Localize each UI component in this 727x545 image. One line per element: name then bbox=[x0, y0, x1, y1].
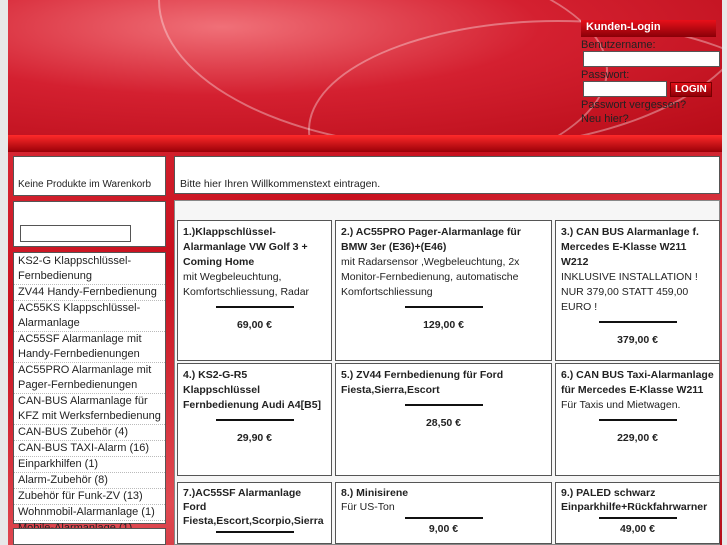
divider bbox=[404, 517, 483, 519]
category-item[interactable]: Zubehör für Funk-ZV (13) bbox=[14, 489, 165, 505]
category-item[interactable]: Wohnmobil-Alarmanlage (1) bbox=[14, 505, 165, 521]
login-title: Kunden-Login bbox=[581, 20, 716, 37]
login-button[interactable]: LOGIN bbox=[670, 81, 712, 97]
product-card: 4.) KS2-G-R5 Klappschlüssel Fernbedienun… bbox=[177, 363, 332, 476]
forgot-password-link[interactable]: Passwort vergessen? bbox=[581, 99, 721, 111]
customer-login: Kunden-Login Benutzername: Passwort: LOG… bbox=[581, 20, 721, 125]
product-description: Für US-Ton bbox=[341, 501, 395, 513]
password-label: Passwort: bbox=[581, 69, 630, 81]
product-price: 129,00 € bbox=[423, 319, 464, 331]
product-description: mit Radarsensor ,Wegbeleuchtung, 2x Moni… bbox=[341, 256, 520, 298]
category-item[interactable]: Einparkhilfen (1) bbox=[14, 457, 165, 473]
divider bbox=[404, 306, 483, 308]
product-description: Für Taxis und Mietwagen. bbox=[561, 399, 681, 411]
divider bbox=[598, 321, 677, 323]
cart-text: Keine Produkte im Warenkorb bbox=[18, 179, 152, 190]
category-item[interactable]: AC55PRO Alarmanlage mit Pager-Fernbedien… bbox=[14, 363, 165, 394]
product-title[interactable]: 2.) AC55PRO Pager-Alarmanlage für BMW 3e… bbox=[341, 225, 546, 255]
category-item[interactable]: Alarm-Zubehör (8) bbox=[14, 473, 165, 489]
username-input[interactable] bbox=[583, 51, 720, 67]
category-item[interactable]: ZV44 Handy-Fernbedienung bbox=[14, 285, 165, 301]
product-price: 49,00 € bbox=[619, 523, 656, 535]
divider bbox=[215, 531, 294, 533]
category-item[interactable]: AC55KS Klappschlüssel-Alarmanlage bbox=[14, 301, 165, 332]
product-card: 9.) PALED schwarz Einparkhilfe+Rückfahrw… bbox=[555, 482, 720, 544]
search-input[interactable] bbox=[20, 225, 131, 242]
divider bbox=[215, 306, 294, 308]
product-price: 69,00 € bbox=[236, 319, 273, 331]
product-title[interactable]: 1.)Klappschlüssel-Alarmanlage VW Golf 3 … bbox=[183, 225, 326, 270]
category-item[interactable]: CAN-BUS Alarmanlage für KFZ mit Werksfer… bbox=[14, 394, 165, 425]
category-list: KS2-G Klappschlüssel-Fernbedienung ZV44 H… bbox=[13, 252, 166, 537]
product-card: 3.) CAN BUS Alarmanlage f. Mercedes E-Kl… bbox=[555, 220, 720, 361]
product-card: 2.) AC55PRO Pager-Alarmanlage für BMW 3e… bbox=[335, 220, 552, 361]
product-price: 9,00 € bbox=[428, 523, 459, 535]
product-card: 5.) ZV44 Fernbedienung für Ford Fiesta,S… bbox=[335, 363, 552, 476]
product-price: 229,00 € bbox=[617, 432, 658, 444]
product-price: 379,00 € bbox=[617, 334, 658, 346]
page: Kunden-Login Benutzername: Passwort: LOG… bbox=[8, 0, 722, 545]
product-title[interactable]: 9.) PALED schwarz Einparkhilfe+Rückfahrw… bbox=[561, 486, 714, 514]
divider bbox=[215, 419, 294, 421]
product-price: 28,50 € bbox=[425, 417, 462, 429]
register-link[interactable]: Neu hier? bbox=[581, 113, 721, 125]
divider bbox=[598, 419, 677, 421]
product-title[interactable]: 7.)AC55SF Alarmanlage Ford Fiesta,Escort… bbox=[183, 486, 326, 528]
product-title[interactable]: 6.) CAN BUS Taxi-Alarmanlage für Mercede… bbox=[561, 368, 714, 398]
product-card: 1.)Klappschlüssel-Alarmanlage VW Golf 3 … bbox=[177, 220, 332, 361]
divider bbox=[598, 517, 677, 519]
product-title[interactable]: 4.) KS2-G-R5 Klappschlüssel Fernbedienun… bbox=[183, 368, 326, 413]
product-description: INKLUSIVE INSTALLATION ! NUR 379,00 STAT… bbox=[561, 271, 698, 313]
password-input[interactable] bbox=[583, 81, 667, 97]
category-item[interactable]: AC55SF Alarmanlage mit Handy-Fernbedienu… bbox=[14, 332, 165, 363]
sidebar-box bbox=[13, 528, 166, 545]
product-title[interactable]: 3.) CAN BUS Alarmanlage f. Mercedes E-Kl… bbox=[561, 225, 714, 270]
divider bbox=[404, 404, 483, 406]
welcome-text: Bitte hier Ihren Willkommenstext eintrag… bbox=[180, 178, 381, 190]
username-label: Benutzername: bbox=[581, 39, 656, 51]
cart-box: Keine Produkte im Warenkorb bbox=[13, 156, 166, 196]
category-item[interactable]: KS2-G Klappschlüssel-Fernbedienung bbox=[14, 254, 165, 285]
category-item[interactable]: CAN-BUS TAXI-Alarm (16) bbox=[14, 441, 165, 457]
nav-bar bbox=[8, 135, 722, 152]
product-card: 6.) CAN BUS Taxi-Alarmanlage für Mercede… bbox=[555, 363, 720, 476]
product-title[interactable]: 5.) ZV44 Fernbedienung für Ford Fiesta,S… bbox=[341, 368, 546, 398]
product-description: mit Wegbeleuchtung, Komfortschliessung, … bbox=[183, 271, 310, 298]
category-item[interactable]: CAN-BUS Zubehör (4) bbox=[14, 425, 165, 441]
product-card: 7.)AC55SF Alarmanlage Ford Fiesta,Escort… bbox=[177, 482, 332, 544]
product-price: 29,90 € bbox=[236, 432, 273, 444]
welcome-box: Bitte hier Ihren Willkommenstext eintrag… bbox=[174, 156, 720, 194]
product-title[interactable]: 8.) Minisirene bbox=[341, 486, 546, 500]
product-card: 8.) Minisirene Für US-Ton 9,00 € bbox=[335, 482, 552, 544]
search-box bbox=[13, 201, 166, 247]
